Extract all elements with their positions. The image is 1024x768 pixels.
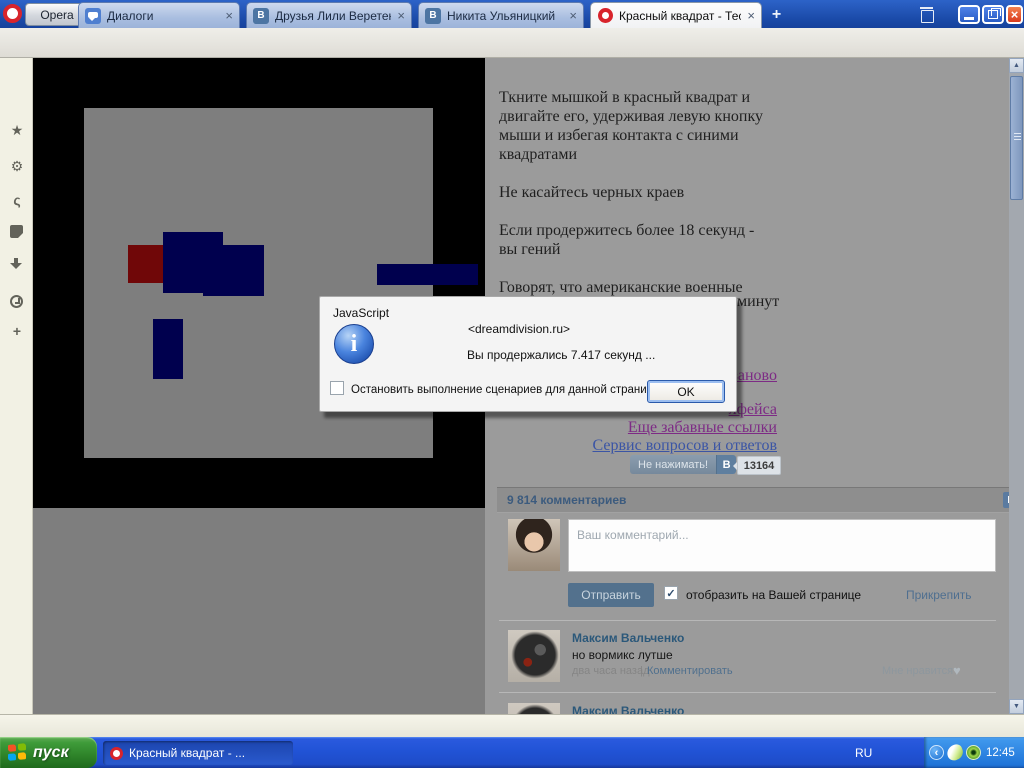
stop-scripts-checkbox[interactable] (330, 381, 344, 395)
javascript-dialog: JavaScript i <dreamdivision.ru> Вы проде… (319, 296, 737, 412)
notes-icon[interactable] (10, 225, 23, 238)
language-indicator[interactable]: RU (855, 746, 872, 760)
vk-icon: B (425, 7, 441, 24)
scrollbar-thumb[interactable] (1010, 76, 1023, 200)
chat-bubble-icon (85, 7, 101, 24)
ok-button[interactable]: OK (647, 380, 725, 403)
status-bar: ☁ ς ▴ (0, 714, 1024, 737)
comment-input[interactable] (568, 519, 996, 572)
instruction-paragraph: Не касайтесь черных краев (499, 184, 685, 201)
tray-antivirus-icon[interactable] (966, 745, 981, 760)
taskbar-task-button[interactable]: Красный квадрат - ... (103, 741, 293, 765)
more-links-link[interactable]: Еще забавные ссылки (628, 419, 777, 437)
instructions: Ткните мышкой в красный квадрат и двигай… (499, 88, 775, 316)
scroll-down-button[interactable]: ▼ (1009, 699, 1024, 714)
new-tab-button[interactable]: + (768, 6, 785, 23)
unite-icon[interactable]: ς (9, 192, 25, 208)
stop-scripts-label: Остановить выполнение сценариев для данн… (351, 384, 662, 396)
windows-logo-icon (8, 743, 27, 762)
commenter-name-link[interactable]: Максим Вальченко (572, 704, 684, 714)
page-scrollbar[interactable]: ▲ ▼ (1009, 58, 1024, 714)
replay-link-fragment[interactable]: заново (732, 367, 777, 385)
tray-collapse-icon[interactable]: ‹ (929, 745, 944, 760)
instruction-paragraph: Ткните мышкой в красный квадрат и двигай… (499, 89, 763, 163)
windows-taskbar: пуск Красный квадрат - ... RU ‹ 12:45 (0, 737, 1024, 768)
dialog-message: Вы продержались 7.417 секунд ... (467, 348, 656, 362)
tab-close-icon[interactable]: × (225, 9, 233, 22)
blue-square (377, 264, 478, 285)
taskbar-clock: 12:45 (986, 746, 1015, 759)
opera-logo-icon (3, 4, 22, 23)
vk-icon: B (253, 7, 269, 24)
comments-count: 9 814 комментариев (507, 493, 627, 507)
like-counter: 13164 (733, 456, 781, 475)
opera-page-icon (597, 8, 613, 24)
comment-time: два часа назад (572, 665, 650, 677)
restore-button[interactable] (982, 5, 1004, 24)
tab-label: Красный квадрат - Тес... (619, 8, 742, 23)
address-toolbar: ← → ↻ Веб dreamdivision.ru/vk/redsquad.h… (0, 28, 1024, 83)
close-button[interactable]: × (1006, 5, 1023, 24)
tab-close-icon[interactable]: × (747, 9, 755, 22)
screen: Opera Диалоги × B Друзья Лили Веретено..… (0, 0, 1024, 768)
tab-bar: Opera Диалоги × B Друзья Лили Веретено..… (0, 0, 1024, 28)
start-button[interactable]: пуск (0, 737, 97, 768)
comments-header: 9 814 комментариев B (497, 487, 1009, 513)
tab-label: Диалоги (107, 8, 154, 23)
tray-leaf-icon[interactable] (944, 742, 966, 763)
info-icon: i (334, 324, 374, 364)
instruction-paragraph: Говорят, что американские военные (499, 279, 743, 296)
tab-red-square-active[interactable]: Красный квадрат - Тес... × (590, 2, 762, 28)
start-label: пуск (33, 743, 69, 761)
task-label: Красный квадрат - ... (129, 746, 246, 760)
bookmarks-star-icon[interactable]: ★ (9, 122, 25, 139)
blue-square (153, 319, 183, 379)
blue-square (203, 245, 264, 296)
commenter-name-link[interactable]: Максим Вальченко (572, 631, 684, 645)
history-clock-icon[interactable] (10, 295, 23, 308)
opera-task-icon (110, 746, 123, 760)
show-on-page-label: отобразить на Вашей странице (686, 588, 862, 602)
like-link[interactable]: Мне нравится (882, 665, 953, 677)
red-square[interactable] (128, 245, 163, 283)
tab-dialogs[interactable]: Диалоги × (78, 2, 240, 28)
tab-label: Друзья Лили Веретено... (275, 8, 391, 23)
show-on-page-checkbox[interactable]: ✓ (664, 586, 678, 600)
tab-close-icon[interactable]: × (569, 9, 577, 22)
below-game-area (33, 508, 485, 714)
tab-vk-friends[interactable]: B Друзья Лили Веретено... × (246, 2, 412, 28)
instruction-paragraph: Если продержитесь более 18 секунд - вы г… (499, 222, 755, 258)
qa-service-link[interactable]: Сервис вопросов и ответов (593, 437, 778, 455)
commenter-avatar[interactable] (508, 630, 560, 682)
trash-lid (920, 7, 933, 9)
attach-link[interactable]: Прикрепить (906, 588, 972, 602)
meta-separator: | (640, 665, 643, 677)
scroll-up-button[interactable]: ▲ (1009, 58, 1024, 73)
tab-label: Никита Ульяницкий (447, 8, 556, 23)
tab-close-icon[interactable]: × (397, 9, 405, 22)
covered-text-fragment: минут (737, 293, 780, 310)
vk-like-button[interactable]: Не нажимать! B (630, 455, 737, 474)
widgets-gear-icon[interactable]: ⚙ (9, 158, 25, 175)
heart-icon[interactable]: ♥ (953, 663, 961, 678)
trash-body (921, 10, 934, 23)
comment-submit-button[interactable]: Отправить (568, 583, 654, 607)
divider (499, 692, 996, 693)
downloads-icon[interactable] (10, 258, 23, 271)
minimize-button[interactable] (958, 5, 980, 24)
commenter-avatar[interactable] (508, 703, 560, 714)
closed-tabs-trash-icon[interactable] (920, 7, 934, 23)
dialog-origin: <dreamdivision.ru> (468, 322, 571, 336)
comment-text: но вормикс лутше (572, 648, 673, 662)
dialog-title: JavaScript (333, 306, 390, 320)
current-user-avatar[interactable] (508, 519, 560, 571)
system-tray: ‹ 12:45 (924, 737, 1024, 768)
add-panel-icon[interactable]: + (9, 323, 25, 339)
reply-link[interactable]: Комментировать (647, 665, 733, 677)
opera-side-panel: ★ ⚙ ς + (0, 58, 33, 714)
like-button-label[interactable]: Не нажимать! (630, 455, 717, 474)
divider (499, 620, 996, 621)
tab-vk-profile[interactable]: B Никита Ульяницкий × (418, 2, 584, 28)
